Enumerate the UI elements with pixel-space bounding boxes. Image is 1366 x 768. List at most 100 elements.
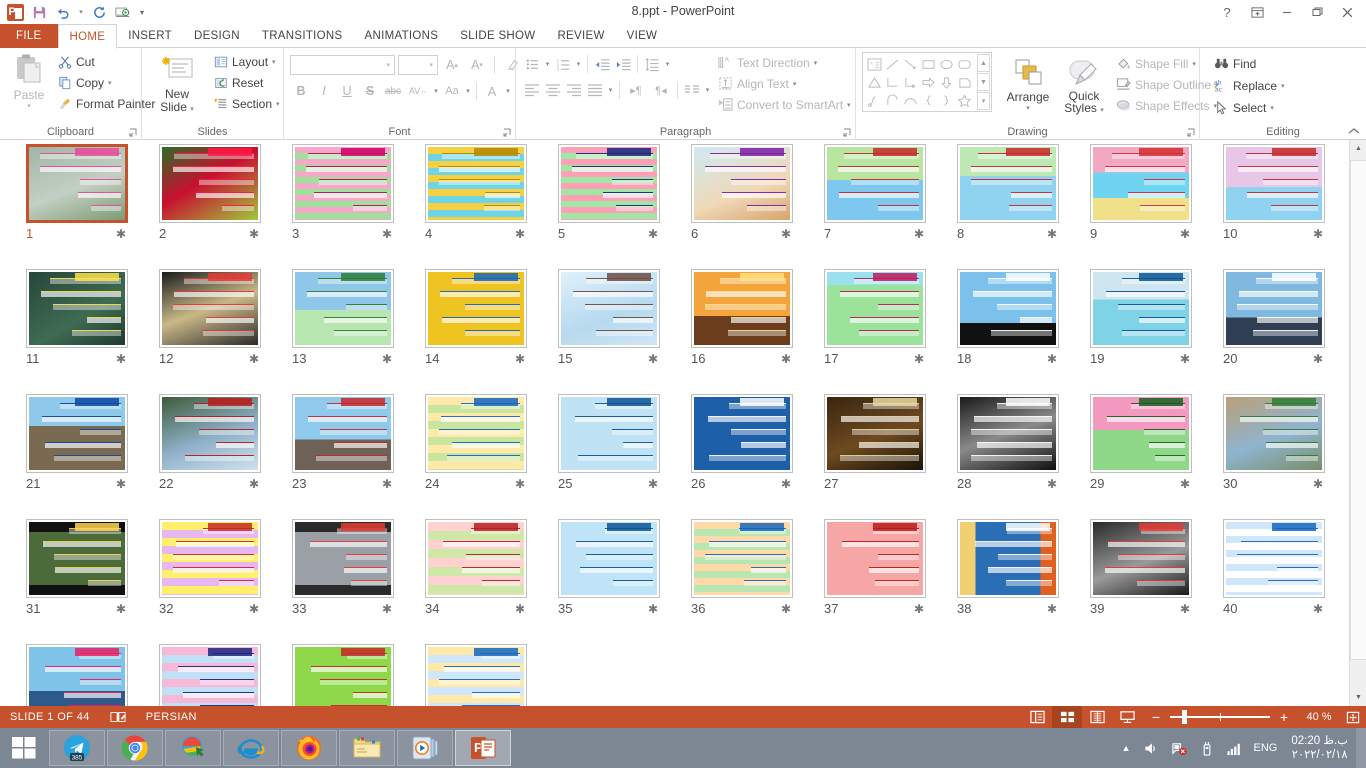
left-brace-shape-icon[interactable]	[919, 91, 937, 109]
ribbon-display-options-icon[interactable]	[1242, 0, 1272, 24]
minimize-button[interactable]	[1272, 0, 1302, 24]
animation-star-icon[interactable]: ✱	[249, 477, 259, 491]
section-button[interactable]: Section ▾	[210, 95, 284, 113]
collapse-ribbon-button[interactable]	[1348, 126, 1360, 138]
slide-preview-33[interactable]	[292, 519, 394, 598]
slide-preview-44[interactable]	[425, 644, 527, 706]
down-arrow-shape-icon[interactable]	[937, 73, 955, 91]
animation-star-icon[interactable]: ✱	[249, 602, 259, 616]
shapes-scroll-down-icon[interactable]: ▼	[977, 73, 990, 91]
arrange-button[interactable]: Arrange ▾	[1000, 56, 1056, 112]
animation-star-icon[interactable]: ✱	[648, 602, 658, 616]
slide-preview-11[interactable]	[26, 269, 128, 348]
change-case-dropdown-icon[interactable]: ▾	[464, 80, 472, 102]
tab-animations[interactable]: ANIMATIONS	[354, 24, 450, 48]
taskbar-media-player[interactable]	[397, 730, 453, 766]
slide-thumbnail-33[interactable]: 33✱	[276, 519, 409, 644]
reading-view-button[interactable]	[1082, 706, 1112, 728]
fit-slide-to-window-icon[interactable]	[1340, 706, 1366, 728]
animation-star-icon[interactable]: ✱	[1180, 602, 1190, 616]
slide-preview-27[interactable]	[824, 394, 926, 473]
font-color-button[interactable]: A	[481, 80, 503, 102]
italic-button[interactable]: I	[313, 80, 335, 102]
animation-star-icon[interactable]: ✱	[249, 352, 259, 366]
slide-preview-1[interactable]	[26, 144, 128, 223]
section-dropdown-icon[interactable]: ▾	[276, 100, 280, 108]
convert-to-smartart-button[interactable]: Convert to SmartArt ▾	[714, 95, 855, 114]
slide-thumbnail-14[interactable]: 14✱	[409, 269, 542, 394]
slide-thumbnail-36[interactable]: 36✱	[675, 519, 808, 644]
slide-preview-8[interactable]	[957, 144, 1059, 223]
slide-thumbnail-10[interactable]: 10✱	[1207, 144, 1340, 269]
flowchart-shape-icon[interactable]	[955, 73, 973, 91]
taskbar-firefox[interactable]	[281, 730, 337, 766]
slide-thumbnail-15[interactable]: 15✱	[542, 269, 675, 394]
taskbar-internet-explorer[interactable]	[223, 730, 279, 766]
animation-star-icon[interactable]: ✱	[515, 602, 525, 616]
scroll-down-button[interactable]: ▼	[1350, 689, 1366, 706]
shapes-more-icon[interactable]: ▾	[977, 92, 990, 110]
slide-thumbnail-41[interactable]: 41✱	[10, 644, 143, 706]
arrange-dropdown-icon[interactable]: ▾	[1000, 104, 1056, 112]
slide-preview-15[interactable]	[558, 269, 660, 348]
slide-preview-21[interactable]	[26, 394, 128, 473]
slide-preview-24[interactable]	[425, 394, 527, 473]
slide-thumbnail-3[interactable]: 3✱	[276, 144, 409, 269]
slide-preview-43[interactable]	[292, 644, 394, 706]
taskbar-telegram[interactable]: 385	[49, 730, 105, 766]
oval-shape-icon[interactable]	[937, 55, 955, 73]
slide-thumbnail-28[interactable]: 28✱	[941, 394, 1074, 519]
tab-file[interactable]: FILE	[0, 24, 58, 48]
slide-preview-35[interactable]	[558, 519, 660, 598]
rectangle-shape-icon[interactable]	[919, 55, 937, 73]
text-direction-dropdown-icon[interactable]: ▾	[814, 59, 818, 67]
slide-preview-26[interactable]	[691, 394, 793, 473]
slide-preview-23[interactable]	[292, 394, 394, 473]
slide-preview-2[interactable]	[159, 144, 261, 223]
character-spacing-dropdown-icon[interactable]: ▾	[432, 80, 440, 102]
slide-preview-3[interactable]	[292, 144, 394, 223]
slide-thumbnail-21[interactable]: 21✱	[10, 394, 143, 519]
slide-show-button[interactable]	[1112, 706, 1142, 728]
slide-preview-31[interactable]	[26, 519, 128, 598]
tab-review[interactable]: REVIEW	[546, 24, 615, 48]
zoom-in-button[interactable]: +	[1276, 709, 1292, 725]
font-dialog-launcher[interactable]	[503, 128, 512, 137]
slide-preview-14[interactable]	[425, 269, 527, 348]
slide-preview-12[interactable]	[159, 269, 261, 348]
tab-home[interactable]: HOME	[58, 24, 118, 49]
slide-thumbnail-13[interactable]: 13✱	[276, 269, 409, 394]
slide-thumbnail-31[interactable]: 31✱	[10, 519, 143, 644]
scribble-shape-icon[interactable]	[865, 91, 883, 109]
animation-star-icon[interactable]: ✱	[648, 352, 658, 366]
strikethrough-button[interactable]: S	[359, 80, 381, 102]
tab-design[interactable]: DESIGN	[183, 24, 251, 48]
input-language[interactable]: ENG	[1248, 742, 1284, 754]
increase-indent-button[interactable]	[613, 54, 633, 74]
slide-preview-5[interactable]	[558, 144, 660, 223]
animation-star-icon[interactable]: ✱	[1047, 227, 1057, 241]
animation-star-icon[interactable]: ✱	[1180, 227, 1190, 241]
taskbar-file-explorer[interactable]	[339, 730, 395, 766]
replace-button[interactable]: abac Replace ▾	[1210, 76, 1289, 95]
animation-star-icon[interactable]: ✱	[382, 352, 392, 366]
animation-star-icon[interactable]: ✱	[1180, 352, 1190, 366]
animation-star-icon[interactable]: ✱	[914, 602, 924, 616]
rounded-rectangle-shape-icon[interactable]	[955, 55, 973, 73]
taskbar-powerpoint[interactable]: P	[455, 730, 511, 766]
slide-thumbnail-6[interactable]: 6✱	[675, 144, 808, 269]
animation-star-icon[interactable]: ✱	[249, 227, 259, 241]
new-slide-button[interactable]: New Slide ▾	[150, 52, 204, 116]
animation-star-icon[interactable]: ✱	[1047, 602, 1057, 616]
justify-dropdown-icon[interactable]: ▾	[606, 80, 615, 100]
slide-preview-36[interactable]	[691, 519, 793, 598]
tab-view[interactable]: VIEW	[616, 24, 669, 48]
line-spacing-dropdown-icon[interactable]: ▾	[663, 54, 672, 74]
animation-star-icon[interactable]: ✱	[1313, 227, 1323, 241]
shape-fill-dropdown-icon[interactable]: ▾	[1192, 60, 1196, 68]
underline-button[interactable]: U	[336, 80, 358, 102]
paragraph-dialog-launcher[interactable]	[843, 128, 852, 137]
elbow-connector-icon[interactable]	[883, 73, 901, 91]
slide-thumbnail-8[interactable]: 8✱	[941, 144, 1074, 269]
paste-button[interactable]: Paste ▾	[6, 52, 52, 110]
